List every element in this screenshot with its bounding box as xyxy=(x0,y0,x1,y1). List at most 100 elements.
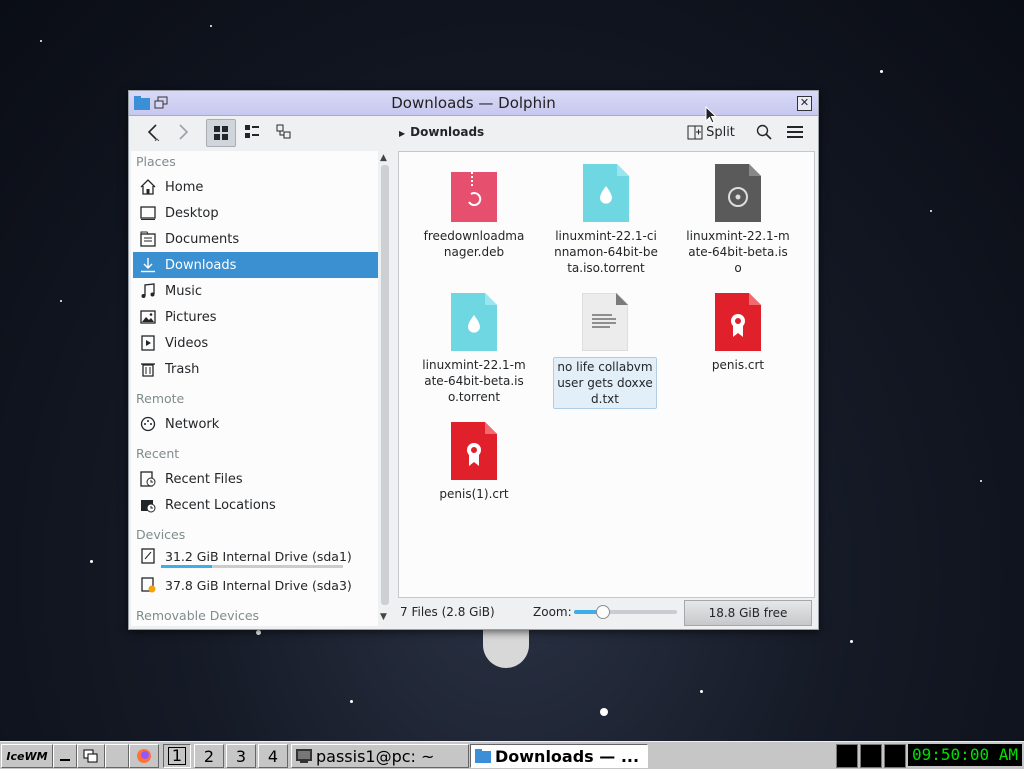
drive-warning-icon xyxy=(139,576,157,594)
deb-package-icon xyxy=(451,164,497,222)
recent-files-icon xyxy=(139,470,157,488)
sidebar-item-music[interactable]: Music xyxy=(133,278,378,304)
sidebar-item-recent-locations[interactable]: Recent Locations xyxy=(133,492,378,518)
file-item[interactable]: penis.crt xyxy=(685,293,791,373)
close-button[interactable]: ✕ xyxy=(797,96,812,111)
file-item[interactable]: linuxmint-22.1-mate-64bit-beta.iso.torre… xyxy=(421,293,527,405)
icons-view-icon xyxy=(214,126,228,140)
file-item[interactable]: no life collabvm user gets doxxed.txt xyxy=(553,292,657,409)
window-list-button[interactable] xyxy=(77,744,105,768)
details-view-button[interactable] xyxy=(271,119,297,145)
videos-icon xyxy=(139,334,157,352)
sidebar-item-home[interactable]: Home xyxy=(133,174,378,200)
breadcrumb[interactable]: ▶ Downloads xyxy=(399,125,484,139)
workspace-3-button[interactable]: 3 xyxy=(226,744,256,768)
documents-icon xyxy=(139,230,157,248)
file-view[interactable]: freedownloadmanager.deb linuxmint-22.1-c… xyxy=(398,151,815,598)
split-icon xyxy=(687,125,703,139)
task-downloads[interactable]: Downloads — ... xyxy=(470,744,648,768)
breadcrumb-arrow-icon: ▶ xyxy=(399,129,406,138)
file-item[interactable]: linuxmint-22.1-mate-64bit-beta.iso xyxy=(685,164,791,276)
back-button[interactable] xyxy=(143,119,163,145)
network-icon xyxy=(139,415,157,433)
certificate-icon xyxy=(715,293,761,351)
certificate-icon xyxy=(451,422,497,480)
search-icon xyxy=(756,124,772,140)
zoom-label: Zoom: xyxy=(533,605,572,619)
close-icon: ✕ xyxy=(799,96,810,109)
scroll-down-icon[interactable]: ▼ xyxy=(380,612,387,622)
drive-usage-bar-sda1 xyxy=(161,565,343,568)
sidebar-item-pictures[interactable]: Pictures xyxy=(133,304,378,330)
task-terminal[interactable]: passis1@pc: ~ xyxy=(291,744,469,768)
desktop-icon xyxy=(139,204,157,222)
places-panel: Places Home Desktop Documents Downloads … xyxy=(131,151,378,626)
trash-icon xyxy=(139,360,157,378)
network-monitor xyxy=(860,744,882,768)
zoom-slider-handle[interactable] xyxy=(595,605,610,619)
sidebar-scroll-thumb[interactable] xyxy=(381,165,389,605)
music-icon xyxy=(139,282,157,300)
zoom-slider[interactable] xyxy=(574,605,677,619)
firefox-icon xyxy=(137,749,151,763)
firefox-launcher[interactable] xyxy=(129,744,159,768)
download-icon xyxy=(139,256,157,274)
sidebar-item-drive-sda3[interactable]: 37.8 GiB Internal Drive (sda3) xyxy=(133,572,378,598)
window-list-icon xyxy=(83,749,98,763)
sidebar-item-network[interactable]: Network xyxy=(133,411,378,437)
penguin-mascot xyxy=(483,628,529,668)
folder-icon xyxy=(475,749,491,763)
file-item[interactable]: linuxmint-22.1-cinnamon-64bit-beta.iso.t… xyxy=(553,164,659,276)
sidebar-item-documents[interactable]: Documents xyxy=(133,226,378,252)
sidebar-item-trash[interactable]: Trash xyxy=(133,356,378,382)
icewm-logo-icon: IceWM xyxy=(6,749,48,763)
forward-arrow-icon xyxy=(179,124,189,140)
recent-locations-icon xyxy=(139,496,157,514)
mouse-cursor-icon xyxy=(705,106,717,124)
compact-view-icon xyxy=(245,125,259,138)
show-desktop-button[interactable] xyxy=(53,744,77,768)
forward-button[interactable] xyxy=(173,119,193,145)
section-places: Places xyxy=(136,154,176,169)
sidebar-item-downloads[interactable]: Downloads xyxy=(133,252,378,278)
back-arrow-icon xyxy=(147,124,160,141)
minimize-all-icon xyxy=(60,759,70,761)
sidebar-item-desktop[interactable]: Desktop xyxy=(133,200,378,226)
torrent-icon xyxy=(583,164,629,222)
free-space-indicator[interactable]: 18.8 GiB free xyxy=(684,600,812,626)
section-remote: Remote xyxy=(136,391,185,406)
compact-view-button[interactable] xyxy=(239,119,265,145)
sidebar-item-recent-files[interactable]: Recent Files xyxy=(133,466,378,492)
section-devices: Devices xyxy=(136,527,186,542)
torrent-icon xyxy=(451,293,497,351)
clock[interactable]: 09:50:00 AM xyxy=(908,744,1022,766)
terminal-icon xyxy=(296,749,312,763)
icons-view-button[interactable] xyxy=(206,119,236,147)
workspace-4-button[interactable]: 4 xyxy=(258,744,288,768)
memory-monitor xyxy=(884,744,906,768)
workspace-1-button[interactable]: 1 xyxy=(163,744,191,768)
dolphin-window: Downloads — Dolphin ✕ ▶Downloads Split xyxy=(128,90,819,630)
start-button[interactable]: IceWM xyxy=(1,744,53,768)
sidebar-scrollbar[interactable]: ▲ ▼ xyxy=(378,151,392,626)
file-item[interactable]: penis(1).crt xyxy=(421,422,527,502)
section-recent: Recent xyxy=(136,446,180,461)
status-bar: 7 Files (2.8 GiB) Zoom: 18.8 GiB free xyxy=(398,598,815,626)
text-file-icon xyxy=(581,292,629,352)
sidebar-item-videos[interactable]: Videos xyxy=(133,330,378,356)
section-removable-devices: Removable Devices xyxy=(136,608,260,623)
file-count: 7 Files (2.8 GiB) xyxy=(400,605,495,619)
drive-icon xyxy=(139,547,157,565)
iso-disc-icon xyxy=(715,164,761,222)
search-button[interactable] xyxy=(753,119,775,145)
details-view-icon xyxy=(276,124,291,139)
scroll-up-icon[interactable]: ▲ xyxy=(380,153,387,163)
file-item[interactable]: freedownloadmanager.deb xyxy=(421,164,527,260)
workspace-2-button[interactable]: 2 xyxy=(194,744,224,768)
pictures-icon xyxy=(139,308,157,326)
cpu-monitor xyxy=(836,744,858,768)
quick-launch-blank[interactable] xyxy=(105,744,129,768)
home-icon xyxy=(139,178,157,196)
menu-button[interactable] xyxy=(784,119,806,145)
hamburger-menu-icon xyxy=(787,126,803,138)
